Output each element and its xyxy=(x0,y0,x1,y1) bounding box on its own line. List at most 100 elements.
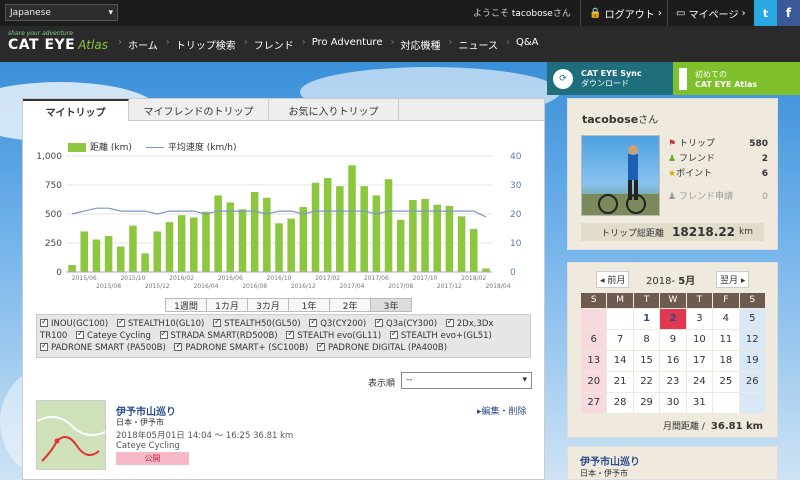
calendar-day[interactable]: 27 xyxy=(581,393,607,413)
calendar-day[interactable]: 30 xyxy=(660,393,686,413)
mypage-button[interactable]: ▭ マイページ › xyxy=(667,0,752,26)
distance-bar[interactable] xyxy=(238,209,247,272)
calendar-day[interactable]: 10 xyxy=(686,330,713,350)
calendar-day[interactable]: 16 xyxy=(660,351,686,371)
calendar-day[interactable]: 18 xyxy=(713,351,739,371)
distance-bar[interactable] xyxy=(202,211,210,272)
sort-select[interactable]: -- ▾ xyxy=(401,372,532,389)
distance-bar[interactable] xyxy=(226,202,235,272)
calendar-day[interactable]: 28 xyxy=(607,393,633,413)
trip-title-link[interactable]: 伊予市山巡り xyxy=(116,403,176,418)
distance-bar[interactable] xyxy=(80,231,89,272)
range-3-months[interactable]: 3カ月 xyxy=(247,298,289,312)
tab-my-trips[interactable]: マイトリップ xyxy=(23,99,129,121)
nav-friends[interactable]: フレンド xyxy=(244,37,294,52)
calendar-day[interactable]: 20 xyxy=(581,372,607,392)
calendar-day[interactable]: 15 xyxy=(633,351,660,371)
calendar-day[interactable]: 4 xyxy=(713,309,739,329)
calendar-day[interactable]: 13 xyxy=(581,351,607,371)
distance-bar[interactable] xyxy=(360,186,368,272)
device-checkbox[interactable]: PADRONE SMART+ (SC100B) xyxy=(174,340,308,353)
calendar-day[interactable]: 5 xyxy=(739,309,765,329)
cateye-sync-download-banner[interactable]: ⟳ CAT EYE Sync ダウンロード xyxy=(547,62,673,95)
calendar-day[interactable]: 17 xyxy=(686,351,713,371)
device-checkbox[interactable]: Q3a(CY300) xyxy=(374,316,437,329)
range-1-month[interactable]: 1カ月 xyxy=(206,298,248,312)
nav-devices[interactable]: 対応機種 xyxy=(390,37,440,52)
calendar-day[interactable]: 22 xyxy=(633,372,660,392)
nav-trip-search[interactable]: トリップ検索 xyxy=(166,37,236,52)
distance-bar[interactable] xyxy=(469,229,478,272)
distance-bar[interactable] xyxy=(153,231,162,272)
trip-map-thumbnail[interactable] xyxy=(36,400,106,470)
distance-bar[interactable] xyxy=(299,207,308,272)
device-checkbox[interactable]: INOU(GC100) xyxy=(40,316,108,329)
calendar-day[interactable]: 23 xyxy=(660,372,686,392)
nav-news[interactable]: ニュース xyxy=(449,37,498,52)
friend-requests-link[interactable]: ♟ フレンド申請 xyxy=(668,190,733,205)
distance-bar[interactable] xyxy=(250,191,259,272)
calendar-day[interactable]: 12 xyxy=(739,330,765,350)
distance-bar[interactable] xyxy=(482,268,490,272)
avatar[interactable] xyxy=(581,135,660,216)
device-checkbox[interactable]: STEALTH evo(GL11) xyxy=(286,328,381,341)
device-checkbox[interactable]: PADRONE DIGITAL (PA400B) xyxy=(317,340,447,353)
edit-delete-link[interactable]: ▸編集・削除 xyxy=(477,404,527,417)
distance-bar[interactable] xyxy=(116,246,125,272)
nav-qa[interactable]: Q&A xyxy=(506,37,538,52)
calendar-day[interactable]: 11 xyxy=(713,330,739,350)
distance-bar[interactable] xyxy=(141,253,149,272)
language-select[interactable]: Japanese ▾ xyxy=(5,4,118,21)
distance-bar[interactable] xyxy=(287,218,295,272)
distance-bar[interactable] xyxy=(348,165,356,272)
cateye-atlas-logo[interactable]: share your adventure CAT EYE Atlas xyxy=(8,30,108,53)
calendar-day[interactable]: 7 xyxy=(607,330,633,350)
calendar-day[interactable]: 3 xyxy=(686,309,713,329)
distance-bar[interactable] xyxy=(129,225,137,272)
distance-bar[interactable] xyxy=(177,215,186,272)
distance-bar[interactable] xyxy=(92,239,101,272)
distance-bar[interactable] xyxy=(372,195,381,272)
range-2-years[interactable]: 2年 xyxy=(329,298,371,312)
distance-bar[interactable] xyxy=(396,219,405,272)
calendar-day[interactable]: 2 xyxy=(660,309,686,329)
distance-bar[interactable] xyxy=(445,205,454,272)
device-checkbox[interactable]: Cateye Cycling xyxy=(76,328,151,341)
distance-bar[interactable] xyxy=(104,236,113,272)
distance-bar[interactable] xyxy=(421,198,429,272)
facebook-icon[interactable]: f xyxy=(777,0,800,26)
tab-friend-trips[interactable]: マイフレンドのトリップ xyxy=(129,99,269,121)
device-checkbox[interactable]: STEALTH evo+(GL51) xyxy=(389,328,492,341)
calendar-day[interactable]: 8 xyxy=(633,330,660,350)
tab-favorite-trips[interactable]: お気に入りトリップ xyxy=(269,99,399,121)
first-time-banner[interactable]: 初めての CAT EYE Atlas xyxy=(673,62,800,95)
distance-bar[interactable] xyxy=(165,222,174,272)
nav-home[interactable]: ホーム xyxy=(118,37,158,52)
calendar-day[interactable]: 24 xyxy=(686,372,713,392)
calendar-day[interactable]: 9 xyxy=(660,330,686,350)
distance-bar[interactable] xyxy=(457,216,466,272)
distance-bar[interactable] xyxy=(263,197,271,272)
logout-button[interactable]: 🔒 ログアウト › xyxy=(580,0,665,26)
calendar-day[interactable]: 1 xyxy=(633,309,660,329)
distance-bar[interactable] xyxy=(384,179,393,272)
distance-bar[interactable] xyxy=(190,217,198,272)
calendar-day[interactable]: 31 xyxy=(686,393,713,413)
distance-bar[interactable] xyxy=(311,182,320,272)
distance-bar[interactable] xyxy=(68,265,76,272)
range-1-week[interactable]: 1週間 xyxy=(165,298,207,312)
distance-bar[interactable] xyxy=(275,223,283,272)
calendar-day[interactable]: 26 xyxy=(739,372,765,392)
calendar-day[interactable]: 21 xyxy=(607,372,633,392)
next-month-button[interactable]: 翌月 ▸ xyxy=(716,271,750,288)
calendar-day[interactable]: 6 xyxy=(581,330,607,350)
nav-pro-adventure[interactable]: Pro Adventure xyxy=(302,37,383,52)
twitter-icon[interactable]: t xyxy=(754,0,777,26)
device-checkbox[interactable]: PADRONE SMART (PA500B) xyxy=(40,340,166,353)
range-3-years[interactable]: 3年 xyxy=(370,298,412,312)
prev-month-button[interactable]: ◂ 前月 xyxy=(596,271,630,288)
device-checkbox[interactable]: Q3(CY200) xyxy=(309,316,366,329)
calendar-day[interactable]: 29 xyxy=(633,393,660,413)
range-1-year[interactable]: 1年 xyxy=(288,298,330,312)
distance-bar[interactable] xyxy=(214,195,222,272)
